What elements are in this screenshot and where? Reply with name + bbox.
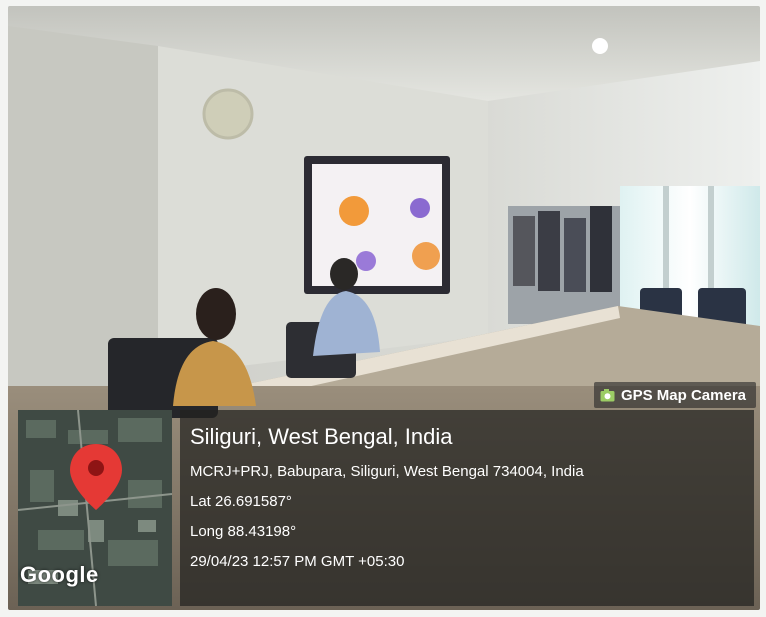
photo-frame: GPS Map Camera Google Siliguri, West Ben… [0, 0, 766, 617]
location-latitude: Lat 26.691587° [190, 493, 292, 510]
gps-map-camera-badge: GPS Map Camera [593, 382, 756, 408]
location-title: Siliguri, West Bengal, India [190, 424, 453, 449]
location-longitude: Long 88.43198° [190, 523, 297, 540]
location-timestamp: 29/04/23 12:57 PM GMT +05:30 [190, 553, 405, 570]
gps-badge-label: GPS Map Camera [620, 386, 746, 404]
camera-icon [600, 388, 615, 402]
location-minimap: Google [18, 410, 172, 606]
location-address: MCRJ+PRJ, Babupara, Siliguri, West Benga… [190, 463, 584, 480]
location-info-panel: Siliguri, West Bengal, India MCRJ+PRJ, B… [180, 410, 754, 606]
map-provider-label: Google [20, 562, 99, 587]
